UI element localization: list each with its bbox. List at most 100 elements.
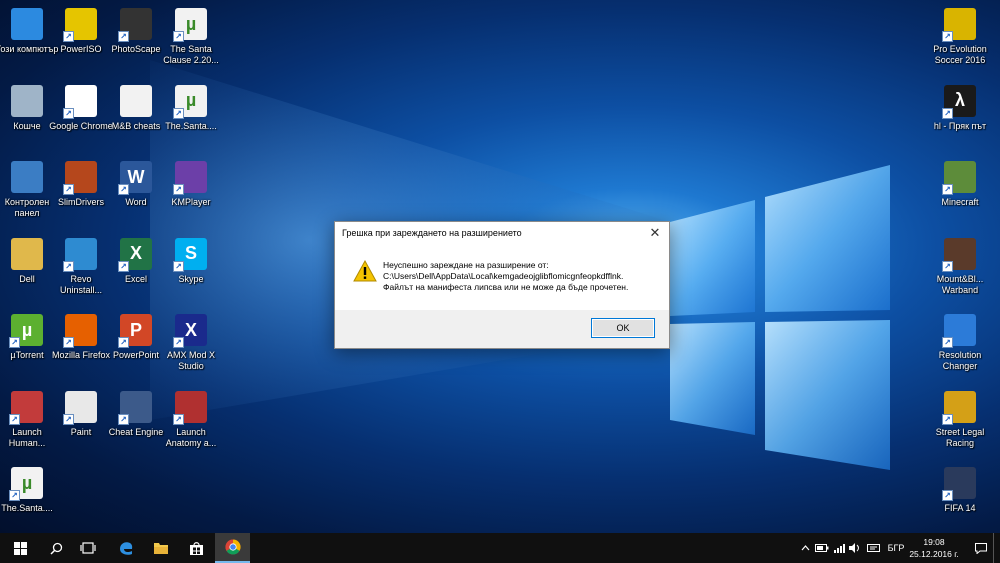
desktop-icon-label: The.Santa.... [1, 503, 53, 513]
chrome-icon: ↗ [63, 84, 97, 119]
slimdrivers-icon: ↗ [63, 161, 97, 195]
show-desktop-button[interactable] [993, 533, 1000, 563]
desktop-icon[interactable]: µ ↗ The.Santa.... [159, 79, 223, 153]
desktop-icon[interactable]: µ ↗ The.Santa.... [0, 461, 59, 535]
half-life-icon: λ ↗ [942, 84, 976, 119]
ok-button[interactable]: OK [591, 318, 655, 338]
desktop-icon[interactable]: ↗ Mount&Bl... Warband [928, 232, 992, 306]
torrent-file-icon: µ ↗ [9, 467, 43, 501]
desktop-icon-label: FIFA 14 [944, 503, 976, 513]
tray-volume[interactable] [847, 533, 863, 563]
car-icon: ↗ [942, 390, 976, 425]
windows-start-icon [13, 541, 27, 555]
store-icon [189, 541, 203, 555]
shortcut-arrow-icon: ↗ [173, 337, 184, 348]
resolution-icon: ↗ [942, 314, 976, 348]
desktop-icon[interactable]: ↗ FIFA 14 [928, 461, 992, 535]
message-line-2: C:\Users\Dell\AppData\Local\kemgadeojgli… [383, 271, 624, 281]
shortcut-arrow-icon: ↗ [942, 107, 953, 119]
user-folder-icon [11, 237, 43, 270]
desktop-icon[interactable]: X ↗ AMX Mod X Studio [159, 308, 223, 382]
taskbar-clock[interactable]: 19:08 25.12.2016 г. [904, 536, 964, 560]
shortcut-arrow-icon: ↗ [118, 184, 129, 195]
game-icon: ↗ [9, 390, 43, 425]
dialog-message: Неуспешно зареждане на разширение от: C:… [383, 260, 628, 293]
taskbar-chrome[interactable] [215, 533, 250, 563]
icon-glyph: µ [185, 90, 197, 110]
tray-notifications[interactable] [972, 533, 990, 563]
shortcut-arrow-icon: ↗ [118, 260, 129, 272]
cheat-engine-icon: ↗ [118, 390, 152, 425]
dialog-titlebar[interactable]: Грешка при зареждането на разширението ✕ [335, 222, 669, 244]
tray-battery[interactable] [814, 533, 830, 563]
message-line-1: Неуспешно зареждане на разширение от: [383, 260, 549, 270]
shortcut-arrow-icon: ↗ [9, 490, 20, 501]
desktop-icon-label: Pro Evolution Soccer 2016 [933, 44, 987, 65]
start-button[interactable] [0, 533, 40, 563]
control-panel-icon [11, 161, 43, 193]
action-icon [866, 544, 880, 552]
wifi-icon [834, 544, 845, 553]
dialog-title: Грешка при зареждането на разширението [342, 228, 522, 238]
desktop-icon[interactable]: ↗ Street Legal Racing [928, 385, 992, 459]
shortcut-arrow-icon: ↗ [173, 260, 184, 272]
icon-glyph: P [129, 319, 142, 340]
amx-icon: X ↗ [173, 314, 207, 348]
tray-action[interactable] [864, 533, 882, 563]
desktop-icon[interactable]: λ ↗ hl - Пряк път [928, 79, 992, 153]
message-line-3: Файлът на манифеста липсва или не може д… [383, 282, 629, 292]
search-button[interactable] [40, 533, 72, 563]
desktop-icon[interactable]: µ ↗ The Santa Clause 2.20... [159, 2, 223, 76]
tray-overflow-chevron[interactable] [796, 533, 814, 563]
icon-glyph: µ [21, 319, 33, 340]
excel-icon: X ↗ [118, 237, 152, 272]
taskbar-store[interactable] [180, 533, 212, 563]
icon-glyph: X [129, 243, 142, 263]
shortcut-arrow-icon: ↗ [63, 107, 74, 119]
chevron-up-icon [801, 545, 809, 551]
shortcut-arrow-icon: ↗ [173, 107, 184, 119]
task-view-button[interactable] [72, 533, 104, 563]
icon-glyph: W [127, 166, 145, 187]
utorrent-icon: µ ↗ [9, 314, 43, 348]
shortcut-arrow-icon: ↗ [942, 31, 953, 42]
kmplayer-icon: ↗ [173, 161, 207, 195]
edge-icon [120, 542, 133, 555]
game-icon: ↗ [173, 390, 207, 425]
desktop-icon-label: KMPlayer [171, 197, 211, 207]
desktop-icon[interactable]: ↗ Launch Anatomy a... [159, 385, 223, 459]
dialog-body: Неуспешно зареждане на разширение от: C:… [335, 244, 669, 310]
chrome-icon [224, 539, 241, 555]
icon-glyph: S [184, 243, 197, 263]
shortcut-arrow-icon: ↗ [942, 260, 953, 272]
desktop-icon-label: Minecraft [941, 197, 979, 207]
folder-icon [154, 543, 168, 554]
desktop-icon[interactable]: ↗ Pro Evolution Soccer 2016 [928, 2, 992, 76]
search-icon [49, 542, 62, 555]
icon-glyph: X [184, 319, 197, 340]
taskbar-file-explorer[interactable] [145, 533, 177, 563]
dialog-footer: OK [335, 310, 669, 348]
taskbar: БГР 19:08 25.12.2016 г. [0, 533, 1000, 563]
photoscape-icon: ↗ [118, 8, 152, 42]
notification-icon [975, 542, 987, 554]
shortcut-arrow-icon: ↗ [173, 413, 184, 425]
tray-network[interactable] [831, 533, 847, 563]
desktop-icon[interactable]: S ↗ Skype [159, 232, 223, 306]
desktop-icon[interactable]: ↗ KMPlayer [159, 155, 223, 229]
desktop-icon[interactable]: ↗ Minecraft [928, 155, 992, 229]
shortcut-arrow-icon: ↗ [942, 337, 953, 348]
shortcut-arrow-icon: ↗ [63, 260, 74, 272]
shortcut-arrow-icon: ↗ [942, 184, 953, 195]
poweriso-icon: ↗ [63, 8, 97, 42]
taskbar-edge[interactable] [110, 533, 142, 563]
desktop-icon-label: Street Legal Racing [935, 426, 985, 448]
volume-icon [848, 543, 859, 553]
shortcut-arrow-icon: ↗ [63, 31, 74, 42]
close-icon[interactable]: ✕ [641, 222, 669, 244]
shortcut-arrow-icon: ↗ [63, 184, 74, 195]
desktop-icon-label: AMX Mod X Studio [166, 350, 215, 371]
desktop-icon-label: Mount&Bl... Warband [936, 273, 984, 295]
desktop-icon[interactable]: ↗ Resolution Changer [928, 308, 992, 382]
powerpoint-icon: P ↗ [118, 314, 152, 348]
